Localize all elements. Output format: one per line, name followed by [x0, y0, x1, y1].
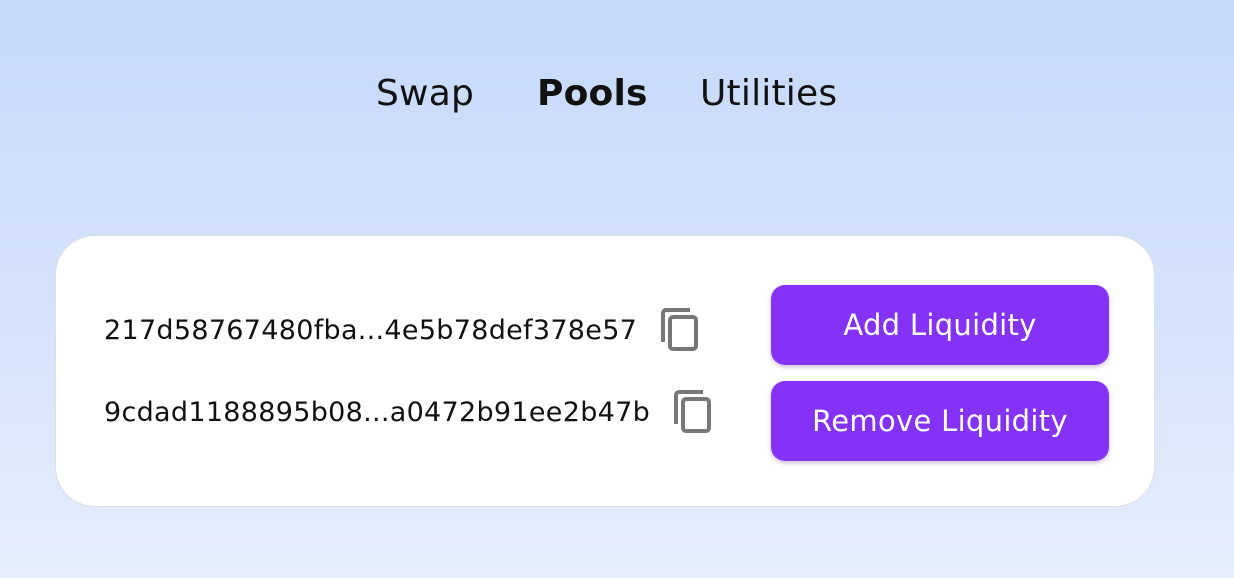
pool-card: 217d58767480fba...4e5b78def378e57 9cdad1… — [55, 235, 1155, 507]
pool-row: 9cdad1188895b08...a0472b91ee2b47b — [104, 388, 714, 436]
nav-tab-pools[interactable]: Pools — [537, 66, 648, 122]
top-nav: Swap Pools Utilities — [0, 66, 1234, 122]
add-liquidity-button[interactable]: Add Liquidity — [771, 285, 1109, 365]
remove-liquidity-button[interactable]: Remove Liquidity — [771, 381, 1109, 461]
pool-row: 217d58767480fba...4e5b78def378e57 — [104, 306, 701, 354]
copy-icon[interactable] — [657, 306, 701, 354]
copy-icon[interactable] — [670, 388, 714, 436]
pool-address: 217d58767480fba...4e5b78def378e57 — [104, 314, 638, 346]
pool-address: 9cdad1188895b08...a0472b91ee2b47b — [104, 396, 651, 428]
nav-tab-utilities[interactable]: Utilities — [700, 66, 837, 122]
nav-tab-swap[interactable]: Swap — [376, 66, 474, 122]
